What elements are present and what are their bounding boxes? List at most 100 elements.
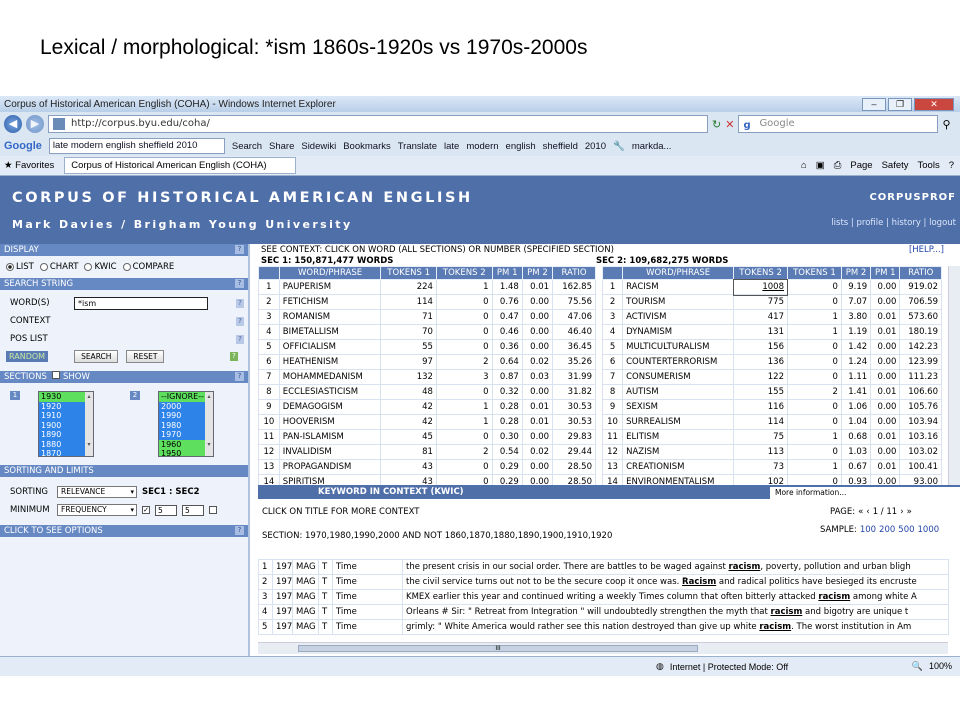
value-cell[interactable]: 224 [380,279,437,295]
sample-size-link[interactable]: 200 [879,525,895,535]
rank-cell[interactable]: 11 [258,429,280,445]
zoom-level[interactable]: 100% [929,661,952,672]
toolbar-term-late[interactable]: late [444,141,459,152]
help-icon[interactable]: ? [235,279,244,288]
rank-cell[interactable]: 6 [601,354,624,370]
word-cell[interactable]: PAUPERISM [278,279,382,295]
context-label[interactable]: CONTEXT [10,316,74,326]
word-cell[interactable]: ENVIRONMENTALISM [622,474,735,485]
word-cell[interactable]: AUTISM [622,384,735,400]
minimize-button[interactable]: – [862,97,886,111]
rank-cell[interactable]: 9 [601,399,624,415]
value-cell[interactable]: 75 [733,429,788,445]
rank-cell[interactable]: 2 [258,294,280,310]
browser-tab[interactable]: Corpus of Historical American English (C… [64,157,297,174]
table-row[interactable]: 14 SPIRITISM 43 0 0.29 0.00 28.50 [258,474,596,485]
table-row[interactable]: 7 MOHAMMEDANISM 132 3 0.87 0.03 31.99 [258,369,596,385]
rank-cell[interactable]: 4 [601,324,624,340]
table-row[interactable]: 2 FETICHISM 114 0 0.76 0.00 75.56 [258,294,596,310]
sample-size-link[interactable]: 500 [898,525,914,535]
value-cell[interactable]: 43 [380,459,437,475]
help-icon[interactable]: ? [236,316,244,326]
kwic-title[interactable]: Time [332,589,403,605]
value-cell[interactable]: 417 [733,309,788,325]
section1-list[interactable]: 1930 1920 1910 1900 1890 1880 1870 ▴ ▾ [38,391,94,457]
show-checkbox[interactable] [52,371,61,379]
value-cell[interactable]: 42 [380,414,437,430]
browser-search-input[interactable]: g Google [738,115,939,133]
value-cell[interactable]: 73 [733,459,788,475]
toolbar-term-modern[interactable]: modern [466,141,498,152]
table-row[interactable]: 11 PAN-ISLAMISM 45 0 0.30 0.00 29.83 [258,429,596,445]
favorites-button[interactable]: ★ Favorites [4,160,54,171]
value-cell[interactable]: 48 [380,384,437,400]
word-cell[interactable]: SURREALISM [622,414,735,430]
value-cell[interactable]: 45 [380,429,437,445]
help-icon[interactable]: ? [236,334,244,344]
reset-button[interactable]: RESET [126,350,165,363]
table-row[interactable]: 2 TOURISM 775 0 7.07 0.00 706.59 [601,294,942,310]
value-cell[interactable]: 97 [380,354,437,370]
help-icon[interactable]: ? [236,298,244,308]
value-cell[interactable]: 102 [733,474,788,485]
value-cell[interactable]: 775 [733,294,788,310]
scroll-thumb[interactable]: III [298,645,698,652]
table-row[interactable]: 12 NAZISM 113 0 1.03 0.00 103.02 [601,444,942,460]
minimum-checkbox-2[interactable] [209,506,217,514]
last-page-icon[interactable]: » [907,507,912,517]
sorting-select[interactable]: RELEVANCE [57,486,137,498]
toolbar-term-sheffield[interactable]: sheffield [543,141,578,152]
print-icon[interactable]: ⎙ [834,160,842,171]
rank-cell[interactable]: 8 [601,384,624,400]
toolbar-search-input[interactable]: late modern english sheffield 2010 [48,138,225,154]
rank-cell[interactable]: 14 [258,474,280,485]
word-cell[interactable]: HOOVERISM [278,414,382,430]
word-cell[interactable]: OFFICIALISM [278,339,382,355]
search-icon[interactable]: ⚲ [942,118,950,131]
next-page-icon[interactable]: › [900,507,903,517]
rank-cell[interactable]: 12 [601,444,624,460]
help-icon[interactable]: ? [230,352,238,361]
value-cell[interactable]: 70 [380,324,437,340]
list-scrollbar[interactable]: ▴ ▾ [85,392,93,456]
value-cell[interactable]: 71 [380,309,437,325]
rank-cell[interactable]: 2 [601,294,624,310]
table-row[interactable]: 5 OFFICIALISM 55 0 0.36 0.00 36.45 [258,339,596,355]
word-cell[interactable]: NAZISM [622,444,735,460]
value-cell[interactable]: 81 [380,444,437,460]
value-cell[interactable]: 122 [733,369,788,385]
words-input[interactable]: *ism [74,296,208,310]
rank-cell[interactable]: 10 [258,414,280,430]
rank-cell[interactable]: 3 [601,309,624,325]
kwic-keyword[interactable]: racism [759,622,791,632]
rank-cell[interactable]: 9 [258,399,280,415]
value-cell[interactable]: 43 [380,474,437,485]
rank-cell[interactable]: 1 [601,279,624,295]
back-icon[interactable]: ◀ [4,115,22,133]
section2-list[interactable]: --IGNORE-- 2000 1990 1980 1970 1960 1950 ▴ ▾ [158,391,214,457]
wrench-icon[interactable]: 🔧 [613,141,625,152]
word-cell[interactable]: MOHAMMEDANISM [278,369,382,385]
minimum-checkbox[interactable]: ✓ [142,506,150,514]
kwic-title[interactable]: Time [332,574,403,590]
rank-cell[interactable]: 4 [258,324,280,340]
value-cell[interactable]: 136 [733,354,788,370]
first-page-icon[interactable]: « [858,507,863,517]
rank-cell[interactable]: 11 [601,429,624,445]
word-cell[interactable]: PROPAGANDISM [278,459,382,475]
word-cell[interactable]: HEATHENISM [278,354,382,370]
rank-cell[interactable]: 12 [258,444,280,460]
word-cell[interactable]: SEXISM [622,399,735,415]
more-information-dropdown[interactable]: More information... [770,487,960,499]
word-cell[interactable]: ECCLESIASTICISM [278,384,382,400]
kwic-keyword[interactable]: racism [729,562,761,572]
kwic-keyword[interactable]: racism [771,607,803,617]
kwic-title[interactable]: Time [332,559,403,575]
rank-cell[interactable]: 13 [601,459,624,475]
toolbar-term-english[interactable]: english [506,141,536,152]
rank-cell[interactable]: 7 [601,369,624,385]
rank-cell[interactable]: 7 [258,369,280,385]
options-header[interactable]: CLICK TO SEE OPTIONS? [0,525,248,537]
forward-icon[interactable]: ▶ [26,115,44,133]
table-row[interactable]: 3 ACTIVISM 417 1 3.80 0.01 573.60 [601,309,942,325]
